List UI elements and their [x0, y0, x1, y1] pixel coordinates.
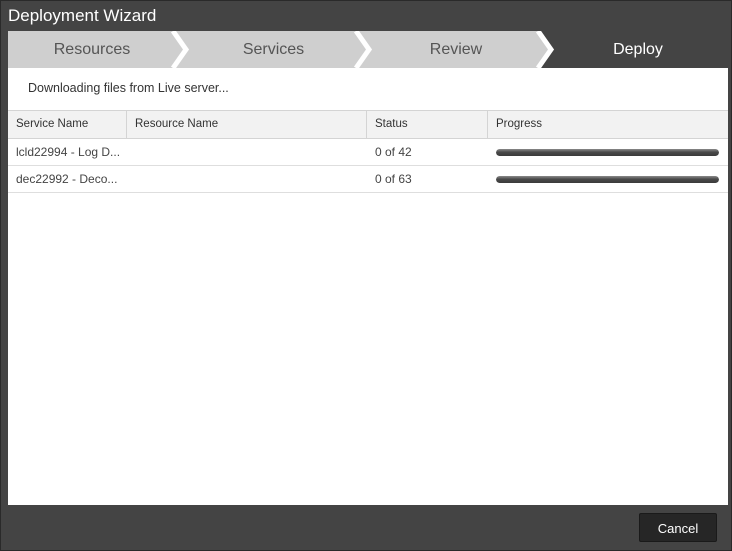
table-row[interactable]: dec22992 - Deco... 0 of 63 — [8, 166, 728, 193]
step-resources-label: Resources — [53, 40, 131, 58]
service-name-cell: dec22992 - Deco... — [16, 172, 118, 186]
deployment-wizard-window: Deployment Wizard Resources Services Rev… — [0, 0, 732, 551]
step-services[interactable]: Services — [186, 31, 361, 68]
step-review[interactable]: Review — [369, 31, 543, 68]
step-review-label: Review — [429, 40, 483, 58]
progress-bar-fill — [496, 176, 719, 183]
content-panel: Downloading files from Live server... Se… — [8, 68, 728, 505]
progress-bar — [496, 176, 719, 183]
resource-name-cell — [127, 166, 367, 192]
step-deploy-label: Deploy — [613, 40, 663, 58]
column-header-service-name[interactable]: Service Name — [8, 111, 127, 138]
resource-name-cell — [127, 139, 367, 165]
status-cell: 0 of 42 — [375, 145, 412, 159]
wizard-steps: Resources Services Review Deploy — [8, 31, 728, 68]
progress-cell — [488, 166, 728, 192]
column-header-status[interactable]: Status — [367, 111, 488, 138]
title-bar[interactable]: Deployment Wizard — [1, 1, 731, 31]
column-header-resource-name[interactable]: Resource Name — [127, 111, 367, 138]
status-message: Downloading files from Live server... — [28, 81, 229, 95]
step-resources[interactable]: Resources — [8, 31, 176, 68]
status-cell: 0 of 63 — [375, 172, 412, 186]
column-header-progress[interactable]: Progress — [488, 111, 728, 138]
deployment-grid: Service Name Resource Name Status Progre… — [8, 110, 728, 193]
grid-header: Service Name Resource Name Status Progre… — [8, 110, 728, 139]
progress-bar — [496, 149, 719, 156]
window-title: Deployment Wizard — [8, 6, 157, 25]
progress-bar-fill — [496, 149, 719, 156]
progress-cell — [488, 139, 728, 165]
step-services-label: Services — [242, 40, 305, 58]
step-deploy[interactable]: Deploy — [553, 31, 723, 68]
table-row[interactable]: lcld22994 - Log D... 0 of 42 — [8, 139, 728, 166]
service-name-cell: lcld22994 - Log D... — [16, 145, 121, 159]
footer-bar: Cancel — [1, 505, 731, 550]
cancel-button[interactable]: Cancel — [639, 513, 717, 542]
